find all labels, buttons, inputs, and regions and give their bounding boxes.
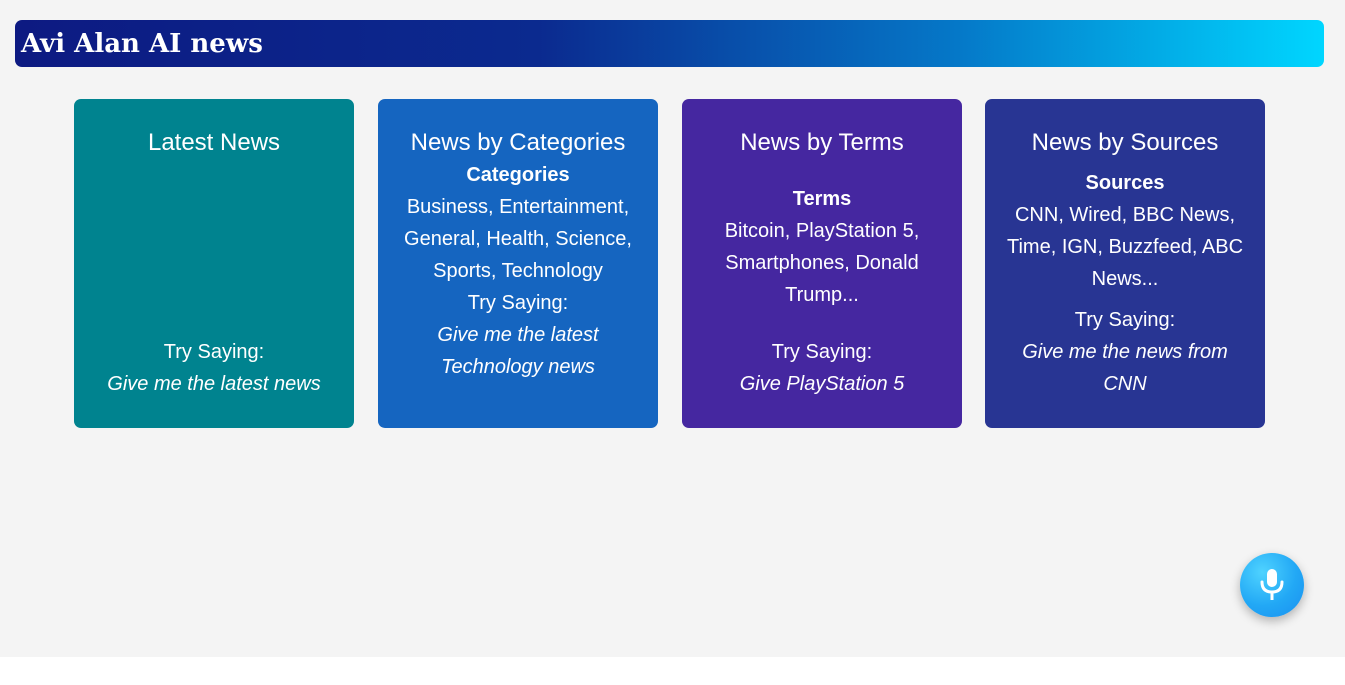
card-news-by-terms[interactable]: News by Terms Terms Bitcoin, PlayStation… xyxy=(682,99,962,428)
example-phrase: Give PlayStation 5 xyxy=(739,373,905,395)
card-title: News by Sources xyxy=(1031,129,1219,156)
section-label: Categories xyxy=(466,164,570,186)
section-label: Terms xyxy=(792,188,852,210)
sources-list: CNN, Wired, BBC News, Time, IGN, Buzzfee… xyxy=(1007,204,1244,290)
example-phrase: Give me the latest Technology news xyxy=(437,324,599,378)
microphone-icon xyxy=(1260,569,1284,600)
card-body: Terms Bitcoin, PlayStation 5, Smartphone… xyxy=(704,183,940,400)
try-saying-label: Try Saying: xyxy=(1074,309,1176,331)
card-latest-news[interactable]: Latest News Try Saying: Give me the late… xyxy=(74,99,354,428)
example-phrase: Give me the news from CNN xyxy=(1022,341,1228,395)
card-news-by-sources[interactable]: News by Sources Sources CNN, Wired, BBC … xyxy=(985,99,1265,428)
card-body: Try Saying: Give me the latest news xyxy=(96,336,332,400)
try-saying-label: Try Saying: xyxy=(771,341,873,363)
card-title: Latest News xyxy=(147,129,281,156)
card-body: Sources CNN, Wired, BBC News, Time, IGN,… xyxy=(1007,167,1243,400)
page-title: Avi Alan AI news xyxy=(21,29,263,59)
card-title: News by Terms xyxy=(740,129,904,156)
try-saying-label: Try Saying: xyxy=(467,292,569,314)
microphone-button[interactable] xyxy=(1240,553,1304,617)
card-title: News by Categories xyxy=(410,129,626,156)
app-root: Avi Alan AI news Latest News Try Saying:… xyxy=(0,0,1345,657)
card-news-by-categories[interactable]: News by Categories Categories Business, … xyxy=(378,99,658,428)
section-label: Sources xyxy=(1085,172,1165,194)
try-saying-label: Try Saying: xyxy=(163,341,265,363)
categories-list: Business, Entertainment, General, Health… xyxy=(404,196,632,282)
terms-list: Bitcoin, PlayStation 5, Smartphones, Don… xyxy=(724,220,920,306)
header-bar: Avi Alan AI news xyxy=(15,20,1324,67)
example-phrase: Give me the latest news xyxy=(107,373,321,395)
card-body: Categories Business, Entertainment, Gene… xyxy=(400,159,636,383)
